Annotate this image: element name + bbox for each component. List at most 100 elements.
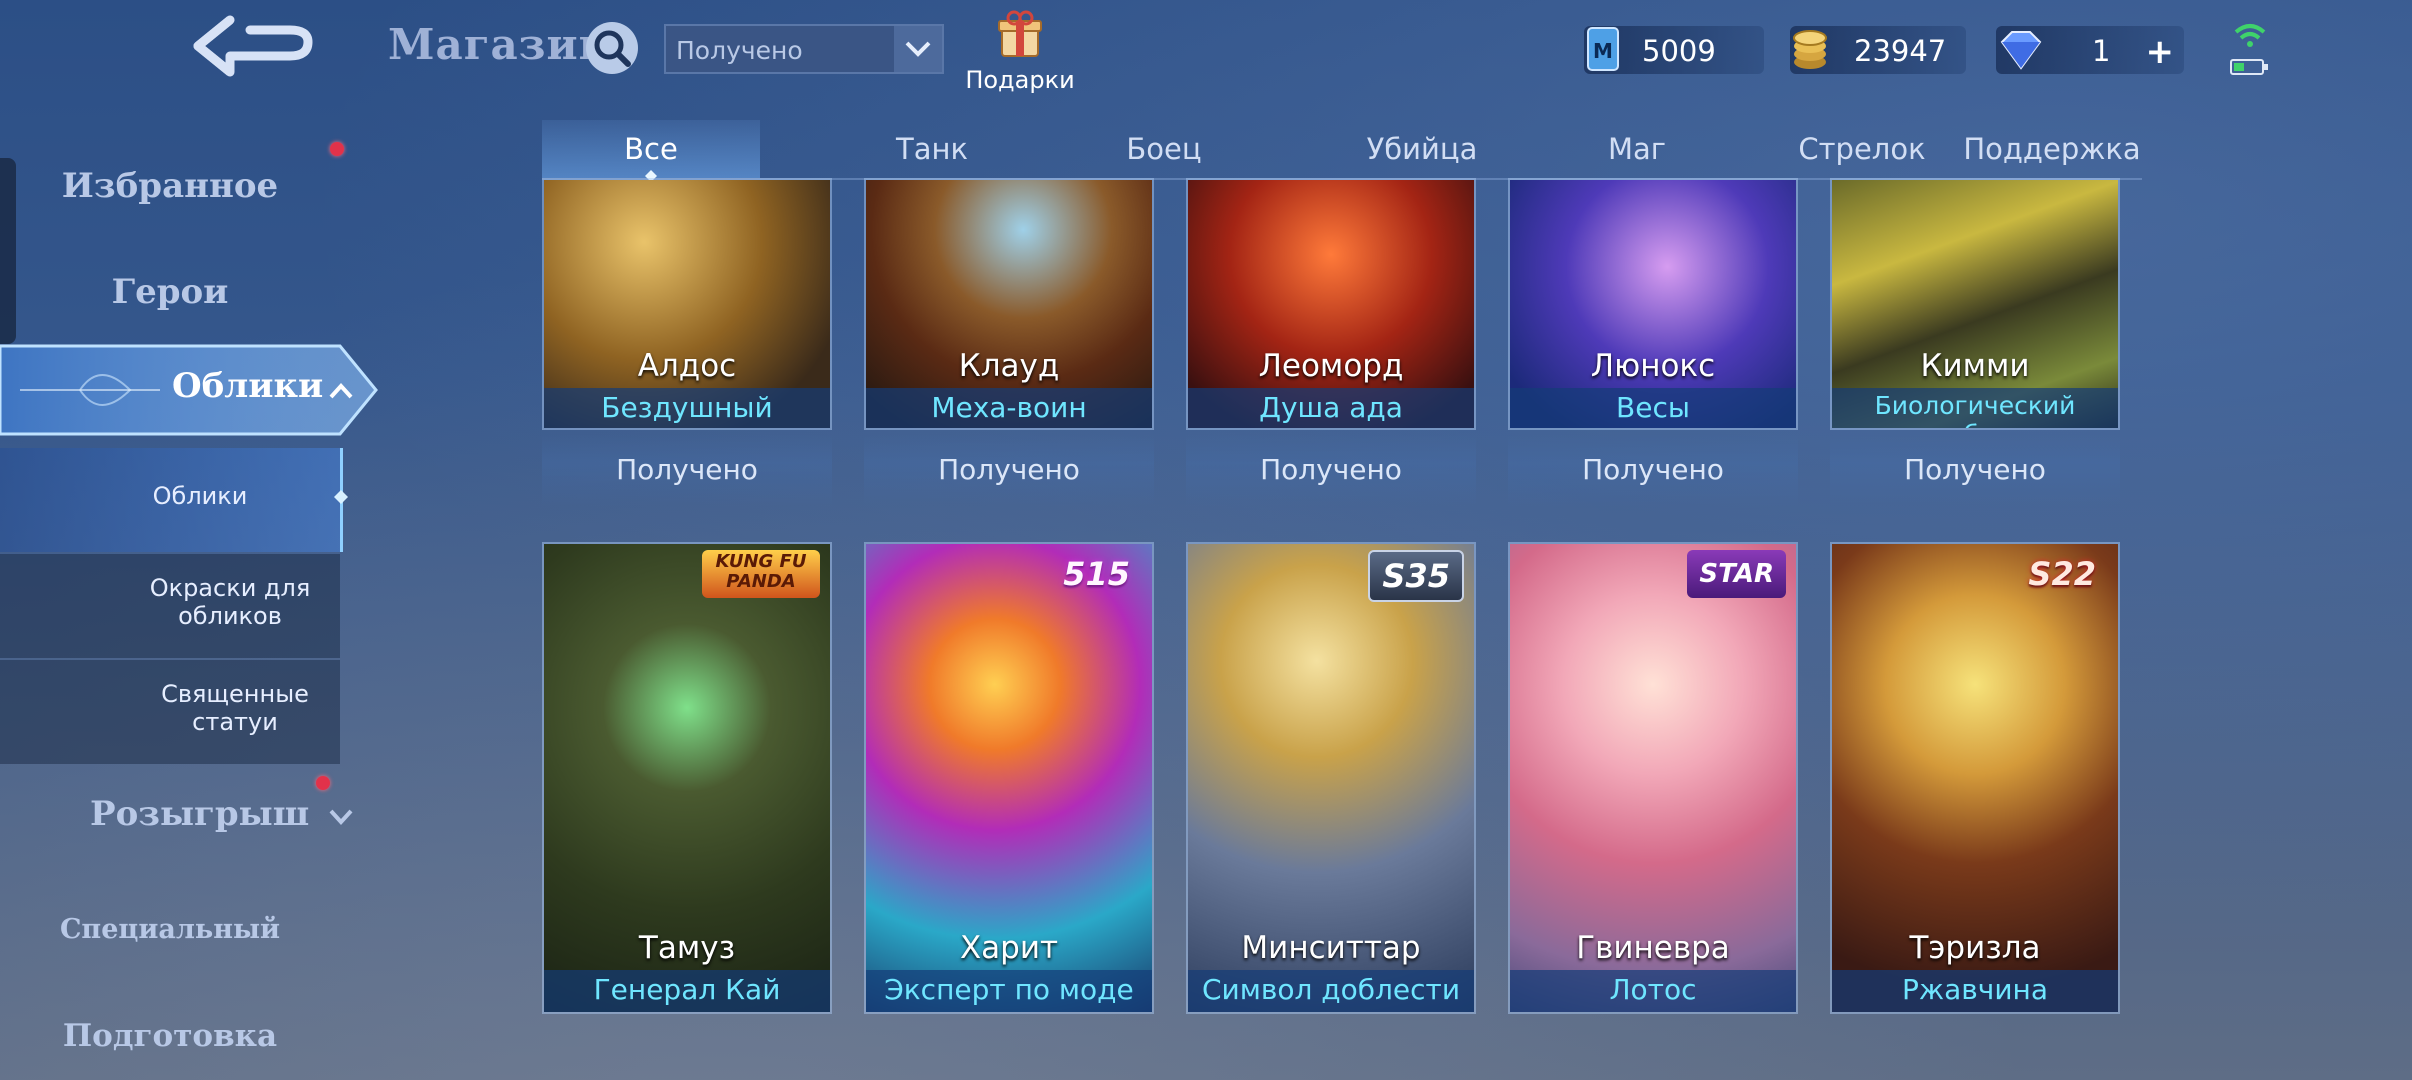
hero-name: Люнокс xyxy=(1590,348,1716,384)
skin-card[interactable]: S35 Минситтар Символ доблести xyxy=(1186,542,1476,1014)
received-status: Получено xyxy=(1186,434,1476,506)
gem-icon xyxy=(2000,31,2042,70)
tab-marksman[interactable]: Стрелок xyxy=(1742,132,1982,166)
sidebar-item-draw[interactable]: Розыгрыш xyxy=(90,794,330,834)
sidebar-item-label: Специальный xyxy=(59,914,281,945)
skin-card[interactable]: Люнокс Весы xyxy=(1508,178,1798,430)
event-badge: 515 xyxy=(1063,555,1130,593)
tab-assassin[interactable]: Убийца xyxy=(1312,132,1532,166)
skin-name: Ржавчина xyxy=(1902,973,2048,1006)
sidebar-item-label: Избранное xyxy=(61,166,279,206)
skin-name: Бездушный xyxy=(601,391,773,424)
back-button[interactable] xyxy=(190,12,320,84)
back-arrow-icon xyxy=(193,15,313,77)
battery-icon xyxy=(2230,59,2268,75)
skin-card[interactable]: STAR Гвиневра Лотос xyxy=(1508,542,1798,1014)
gifts-button[interactable]: Подарки xyxy=(965,8,1075,98)
skin-name: Лотос xyxy=(1609,973,1697,1006)
search-icon xyxy=(586,22,638,74)
event-badge: S22 xyxy=(2028,555,2096,593)
sub-item-skin-colors[interactable]: Окраски для обликов xyxy=(120,574,340,630)
active-diamond-icon xyxy=(334,490,348,504)
role-tabs: Все Танк Боец Убийца Маг Стрелок Поддерж… xyxy=(542,120,2142,182)
sidebar-item-label: Облики xyxy=(172,366,324,406)
skin-name: Генерал Кай xyxy=(593,973,781,1006)
sidebar-item-skins[interactable]: Облики xyxy=(0,340,380,440)
sub-item-label: Окраски для обликов xyxy=(149,574,311,630)
skin-name: Меха-воин xyxy=(931,391,1087,424)
status-indicator xyxy=(2230,18,2270,78)
sub-item-statues[interactable]: Священные статуи xyxy=(130,680,340,736)
gem-counter: 1 + xyxy=(1996,26,2184,74)
hero-name: Клауд xyxy=(958,348,1060,384)
tab-label: Стрелок xyxy=(1798,132,1926,166)
tab-fighter[interactable]: Боец xyxy=(1054,132,1274,166)
skin-card[interactable]: KUNG FU PANDA Тамуз Генерал Кай xyxy=(542,542,832,1014)
hero-name: Кимми xyxy=(1920,348,2030,384)
event-badge: KUNG FU PANDA xyxy=(702,550,820,598)
tab-label: Танк xyxy=(896,132,968,166)
gifts-label: Подарки xyxy=(965,66,1075,94)
tab-label: Убийца xyxy=(1366,132,1478,166)
chevron-down-icon xyxy=(894,26,942,72)
skin-card[interactable]: Кимми Биологический рубеж xyxy=(1830,178,2120,430)
chevron-up-icon xyxy=(329,383,353,399)
event-badge: STAR xyxy=(1687,550,1786,598)
sidebar-item-preparation[interactable]: Подготовка xyxy=(0,1018,340,1054)
notification-dot xyxy=(330,142,344,156)
sub-item-skins[interactable]: Облики xyxy=(80,482,320,510)
ticket-icon: M xyxy=(1587,27,1619,71)
sidebar-item-label: Подготовка xyxy=(62,1018,278,1054)
skin-card[interactable]: Клауд Меха-воин xyxy=(864,178,1154,430)
sub-item-label: Священные статуи xyxy=(161,680,309,736)
skin-card[interactable]: 515 Харит Эксперт по моде xyxy=(864,542,1154,1014)
tab-mage[interactable]: Маг xyxy=(1542,132,1732,166)
gold-value: 23947 xyxy=(1854,34,1947,68)
received-status: Получено xyxy=(542,434,832,506)
filter-value: Получено xyxy=(676,36,803,65)
tab-label: Маг xyxy=(1607,132,1667,166)
notification-dot xyxy=(316,776,330,790)
hero-name: Гвиневра xyxy=(1576,930,1730,966)
sidebar-item-favorites[interactable]: Избранное xyxy=(0,166,340,206)
gold-counter: 23947 xyxy=(1790,26,1966,74)
ticket-value: 5009 xyxy=(1642,34,1716,68)
tab-label: Боец xyxy=(1126,132,1202,166)
hero-name: Минситтар xyxy=(1241,930,1421,966)
received-status: Получено xyxy=(864,434,1154,506)
hero-name: Тамуз xyxy=(638,930,736,966)
skin-card[interactable]: Леоморд Душа ада xyxy=(1186,178,1476,430)
tab-tank[interactable]: Танк xyxy=(822,132,1042,166)
sidebar-item-heroes[interactable]: Герои xyxy=(0,272,340,312)
skin-name: Биологический рубеж xyxy=(1874,391,2076,428)
tab-label: Все xyxy=(624,132,678,166)
gift-box-icon xyxy=(998,10,1042,57)
svg-text:M: M xyxy=(1593,39,1613,63)
skin-name: Эксперт по моде xyxy=(884,973,1134,1006)
sub-item-label: Облики xyxy=(152,482,248,510)
tab-support[interactable]: Поддержка xyxy=(1962,132,2142,166)
tab-all[interactable]: Все xyxy=(542,132,760,166)
skin-name: Душа ада xyxy=(1259,391,1403,424)
sidebar-item-label: Розыгрыш xyxy=(90,794,310,834)
sidebar-item-special[interactable]: Специальный xyxy=(0,914,340,945)
tab-label: Поддержка xyxy=(1963,132,2141,166)
received-status: Получено xyxy=(1830,434,2120,506)
skin-name: Символ доблести xyxy=(1201,973,1461,1006)
skin-name: Весы xyxy=(1616,391,1690,424)
hero-name: Алдос xyxy=(637,348,737,384)
search-button[interactable] xyxy=(584,20,640,76)
hero-name: Леоморд xyxy=(1258,348,1404,384)
skin-card[interactable]: Алдос Бездушный xyxy=(542,178,832,430)
received-status: Получено xyxy=(1508,434,1798,506)
ticket-counter: M 5009 xyxy=(1584,26,1764,74)
add-gems-button[interactable]: + xyxy=(2146,32,2175,72)
ownership-filter-select[interactable]: Получено xyxy=(664,24,944,74)
sidebar-item-label: Герои xyxy=(111,272,229,312)
hero-name: Тэризла xyxy=(1909,930,2041,966)
gem-value: 1 xyxy=(2092,34,2111,68)
page-title: Магазин xyxy=(388,20,611,69)
skin-card[interactable]: S22 Тэризла Ржавчина xyxy=(1830,542,2120,1014)
gold-coins-icon xyxy=(1793,30,1827,69)
chevron-down-icon xyxy=(329,809,353,825)
